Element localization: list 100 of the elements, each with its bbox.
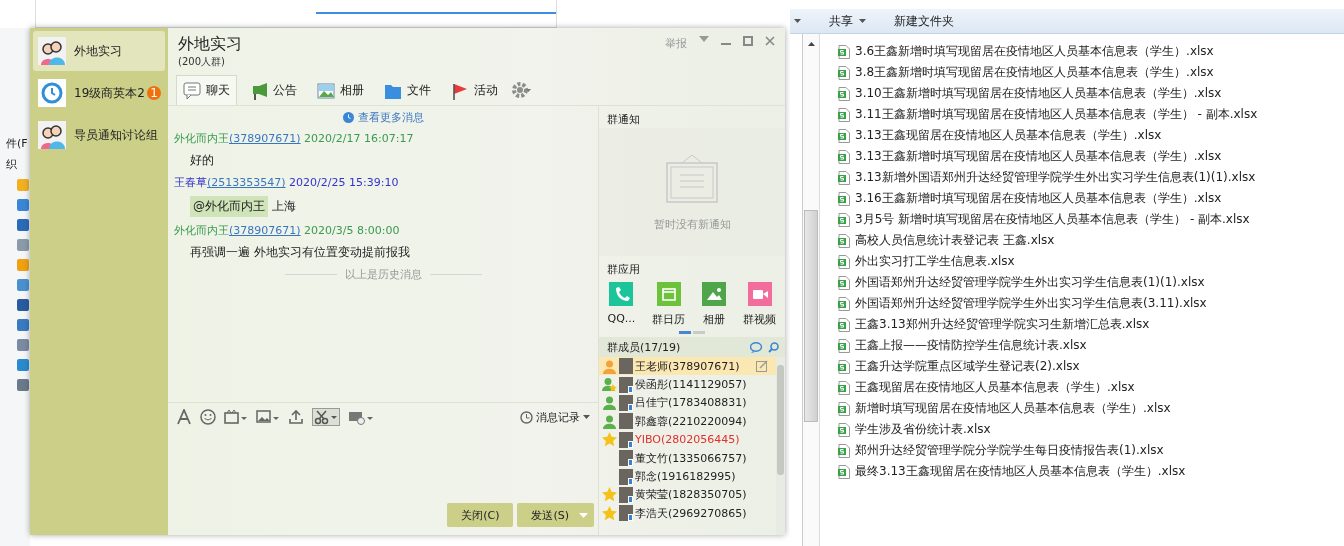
scrollbar[interactable] xyxy=(802,34,820,546)
caret-icon[interactable] xyxy=(583,415,590,419)
nav-icon[interactable] xyxy=(16,218,30,232)
qq-number-link[interactable]: (378907671) xyxy=(229,224,301,237)
section-title: 群应用 xyxy=(606,262,641,278)
nav-icon[interactable] xyxy=(16,238,30,252)
nav-icon[interactable] xyxy=(16,278,30,292)
maximize-icon[interactable] xyxy=(743,36,753,46)
member-row[interactable]: 侯函彤(1141129057) xyxy=(599,375,776,394)
file-item[interactable]: 郑州升达经贸管理学院分学院学生每日疫情报告表(1).xlsx xyxy=(838,440,1258,461)
chat-list-item[interactable]: 导员通知讨论组 xyxy=(33,115,165,155)
file-item[interactable]: 王鑫升达学院重点区域学生登记表(2).xlsx xyxy=(838,356,1258,377)
member-name: 侯函彤(1141129057) xyxy=(635,377,747,393)
file-name: 3.13王鑫新增时填写现留居在疫情地区人员基本信息表（学生）.xlsx xyxy=(855,148,1222,165)
tab[interactable]: 相册 xyxy=(310,75,371,105)
file-name: 王鑫升达学院重点区域学生登记表(2).xlsx xyxy=(855,358,1080,375)
mention-tag[interactable]: @外化而内王 xyxy=(190,196,268,217)
spreadsheet-file-icon xyxy=(838,380,850,395)
scrollbar-thumb[interactable] xyxy=(804,210,818,422)
member-row[interactable]: 郭念(1916182995) xyxy=(599,467,776,486)
star-icon xyxy=(602,487,617,503)
file-item[interactable]: 外出实习打工学生信息表.xlsx xyxy=(838,251,1258,272)
page-indicator-icon[interactable] xyxy=(679,330,705,334)
tab[interactable]: 聊天 xyxy=(176,75,237,105)
edit-icon[interactable] xyxy=(756,360,768,372)
font-icon[interactable] xyxy=(176,409,192,425)
chat-name: 19级商英本2 xyxy=(74,84,145,102)
toolbar-button[interactable]: 新建文件夹 xyxy=(894,12,954,30)
file-item[interactable]: 3.13王鑫新增时填写现留居在疫情地区人员基本信息表（学生）.xlsx xyxy=(838,146,1258,167)
group-avatar-icon xyxy=(38,37,66,65)
qq-number-link[interactable]: (378907671) xyxy=(229,132,301,145)
toolbar-button[interactable]: 共享 xyxy=(829,12,866,30)
menu-text: 件(F xyxy=(5,136,28,151)
file-item[interactable]: 新增时填写现留居在疫情地区人员基本信息表（学生）.xlsx xyxy=(838,398,1258,419)
file-item[interactable]: 3.16王鑫新增时填写现留居在疫情地区人员基本信息表（学生）.xlsx xyxy=(838,188,1258,209)
chat-list-item[interactable]: 19级商英本2 1 xyxy=(33,73,165,113)
tab[interactable]: 文件 xyxy=(377,75,438,105)
scroll-up-icon[interactable] xyxy=(807,42,815,46)
qq-number-link[interactable]: (2513353547) xyxy=(207,176,286,189)
file-item[interactable]: 3月5号 新增时填写现留居在疫情地区人员基本信息表（学生） - 副本.xlsx xyxy=(838,209,1258,230)
close-icon[interactable] xyxy=(765,36,775,46)
nav-icon[interactable] xyxy=(16,378,30,392)
spreadsheet-file-icon xyxy=(838,149,850,164)
tab[interactable]: 公告 xyxy=(243,75,304,105)
file-item[interactable]: 3.13新增外国语郑州升达经贸管理学院学生外出实习学生信息表(1)(1).xlsx xyxy=(838,167,1258,188)
app-button[interactable]: 群日历 xyxy=(652,282,686,327)
scrollbar[interactable] xyxy=(776,357,785,535)
file-item[interactable]: 3.10王鑫新增时填写现留居在疫情地区人员基本信息表（学生）.xlsx xyxy=(838,83,1258,104)
message-text: 好的 xyxy=(190,152,214,169)
caret-icon[interactable] xyxy=(794,19,801,23)
more-messages-link[interactable]: 查看更多消息 xyxy=(342,110,424,125)
chat-list-item[interactable]: 外地实习 xyxy=(33,31,165,71)
member-row[interactable]: 吕佳宁(1783408831) xyxy=(599,393,776,413)
spreadsheet-file-icon xyxy=(838,65,850,80)
file-name: 王鑫现留居在疫情地区人员基本信息表（学生）.xlsx xyxy=(855,379,1135,396)
tab[interactable]: 活动 xyxy=(444,75,505,105)
file-item[interactable]: 王鑫3.13郑州升达经贸管理学院实习生新增汇总表.xlsx xyxy=(838,314,1258,335)
nav-icon[interactable] xyxy=(16,338,30,352)
file-item[interactable]: 高校人员信息统计表登记表 王鑫.xlsx xyxy=(838,230,1258,251)
send-button[interactable]: 发送(S) xyxy=(517,503,594,527)
nav-icon[interactable] xyxy=(16,198,30,212)
spreadsheet-file-icon xyxy=(838,44,850,59)
file-name: 郑州升达经贸管理学院分学院学生每日疫情报告表(1).xlsx xyxy=(855,442,1164,459)
chat-bubble-icon[interactable] xyxy=(750,341,764,353)
file-item[interactable]: 学生涉及省份统计表.xlsx xyxy=(838,419,1258,440)
member-row[interactable]: 董文竹(1335066757) xyxy=(599,448,776,468)
app-button[interactable]: 群视频 xyxy=(743,282,777,327)
app-button[interactable]: QQ... xyxy=(607,282,636,327)
nav-icon[interactable] xyxy=(16,318,30,332)
file-item[interactable]: 3.11王鑫新增时填写现留居在疫情地区人员基本信息表（学生） - 副本.xlsx xyxy=(838,104,1258,125)
file-name: 3.13王鑫现留居在疫情地区人员基本信息表（学生）.xlsx xyxy=(855,127,1162,144)
spreadsheet-file-icon xyxy=(838,359,850,374)
file-item[interactable]: 3.6王鑫新增时填写现留居在疫情地区人员基本信息表（学生）.xlsx xyxy=(838,41,1258,62)
person-icon xyxy=(602,395,617,411)
member-row[interactable]: 王老师(378907671) xyxy=(599,357,776,376)
file-item[interactable]: 3.13王鑫现留居在疫情地区人员基本信息表（学生）.xlsx xyxy=(838,125,1258,146)
member-row[interactable]: YIBO(2802056445) xyxy=(599,430,776,449)
spreadsheet-file-icon xyxy=(838,170,850,185)
nav-icon[interactable] xyxy=(16,298,30,312)
member-row[interactable]: 李浩天(2969270865) xyxy=(599,504,776,523)
close-button[interactable]: 关闭(C) xyxy=(447,503,514,527)
member-row[interactable]: 黄荣莹(1828350705) xyxy=(599,485,776,505)
file-item[interactable]: 外国语郑州升达经贸管理学院学生外出实习学生信息表(3.11).xlsx xyxy=(838,293,1258,314)
member-row[interactable]: 郭鑫蓉(2210220094) xyxy=(599,412,776,431)
app-button[interactable]: 相册 xyxy=(702,282,727,327)
file-item[interactable]: 3.8王鑫新增时填写现留居在疫情地区人员基本信息表（学生）.xlsx xyxy=(838,62,1258,83)
image-icon[interactable] xyxy=(256,409,280,425)
message-history-button[interactable]: 消息记录 xyxy=(520,409,590,425)
file-item[interactable]: 王鑫上报——疫情防控学生信息统计表.xlsx xyxy=(838,335,1258,356)
nav-icon[interactable] xyxy=(16,358,30,372)
file-item[interactable]: 王鑫现留居在疫情地区人员基本信息表（学生）.xlsx xyxy=(838,377,1258,398)
settings-icon[interactable] xyxy=(511,81,531,99)
upload-icon[interactable] xyxy=(288,409,304,425)
search-icon[interactable] xyxy=(768,341,779,353)
scissors-icon[interactable] xyxy=(312,408,340,426)
file-name: 最终3.13王鑫现留居在疫情地区人员基本信息表（学生）.xlsx xyxy=(855,463,1186,480)
file-item[interactable]: 外国语郑州升达经贸管理学院学生外出实习学生信息表(1)(1).xlsx xyxy=(838,272,1258,293)
file-item[interactable]: 最终3.13王鑫现留居在疫情地区人员基本信息表（学生）.xlsx xyxy=(838,461,1258,482)
file-name: 3.13新增外国语郑州升达经贸管理学院学生外出实习学生信息表(1)(1).xlsx xyxy=(855,169,1256,186)
emoji-icon[interactable] xyxy=(200,409,216,425)
